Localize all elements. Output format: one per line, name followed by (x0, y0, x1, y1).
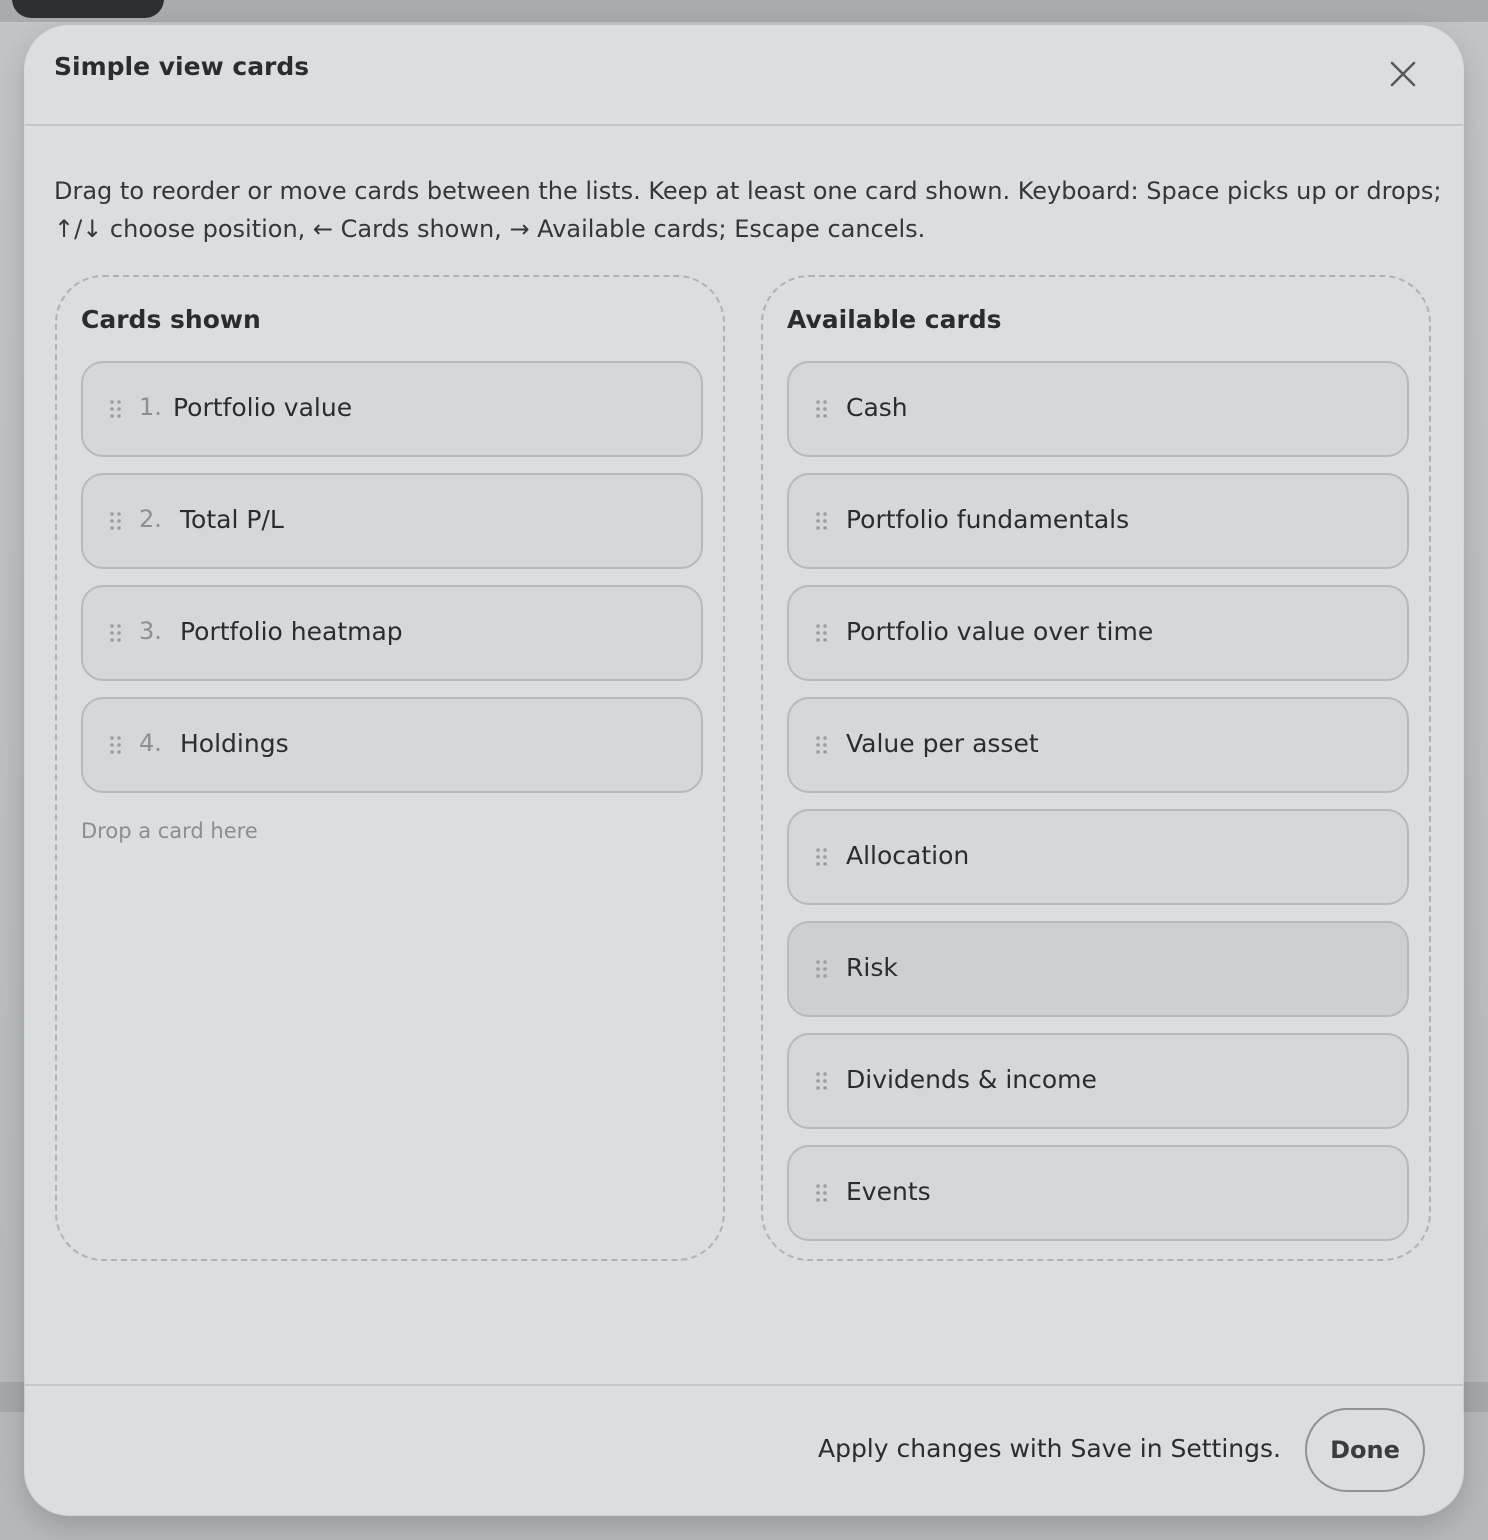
dialog-footer: Apply changes with Save in Settings. Don… (25, 1384, 1463, 1515)
shown-card-portfolio-heatmap[interactable]: 3. Portfolio heatmap (81, 585, 703, 681)
card-label: Portfolio value over time (846, 617, 1154, 646)
available-card-risk[interactable]: Risk (787, 921, 1409, 1017)
card-position: 2. (139, 505, 162, 533)
drag-handle-icon[interactable] (109, 623, 123, 643)
card-label: Cash (846, 393, 908, 422)
card-label: Allocation (846, 841, 970, 870)
shown-card-portfolio-value[interactable]: 1. Portfolio value (81, 361, 703, 457)
available-card-portfolio-fundamentals[interactable]: Portfolio fundamentals (787, 473, 1409, 569)
dialog-title: Simple view cards (54, 52, 310, 81)
card-label: Portfolio heatmap (180, 617, 403, 646)
available-card-value-per-asset[interactable]: Value per asset (787, 697, 1409, 793)
drag-handle-icon[interactable] (815, 1071, 829, 1091)
simple-view-cards-dialog: Simple view cards Drag to reorder or mov… (25, 26, 1463, 1515)
drag-handle-icon[interactable] (815, 1183, 829, 1203)
drag-handle-icon[interactable] (815, 735, 829, 755)
cards-shown-list[interactable]: Cards shown 1. Portfolio value 2. Total … (55, 275, 725, 1261)
card-position: 1. (139, 393, 162, 421)
close-icon (1390, 61, 1416, 87)
cards-shown-title: Cards shown (81, 305, 261, 334)
drag-handle-icon[interactable] (109, 511, 123, 531)
available-card-cash[interactable]: Cash (787, 361, 1409, 457)
dialog-instructions: Drag to reorder or move cards between th… (54, 177, 1442, 243)
card-label: Total P/L (180, 505, 284, 534)
drop-hint: Drop a card here (81, 819, 258, 843)
card-label: Dividends & income (846, 1065, 1097, 1094)
available-card-allocation[interactable]: Allocation (787, 809, 1409, 905)
dialog-header: Simple view cards (25, 26, 1463, 126)
drag-handle-icon[interactable] (815, 399, 829, 419)
card-label: Risk (846, 953, 898, 982)
card-label: Value per asset (846, 729, 1039, 758)
drag-handle-icon[interactable] (109, 399, 123, 419)
shown-card-holdings[interactable]: 4. Holdings (81, 697, 703, 793)
close-button[interactable] (1387, 58, 1419, 90)
available-cards-list[interactable]: Available cards Cash Portfolio fundament… (761, 275, 1431, 1261)
drag-handle-icon[interactable] (815, 623, 829, 643)
drag-handle-icon[interactable] (815, 847, 829, 867)
available-card-events[interactable]: Events (787, 1145, 1409, 1241)
drag-handle-icon[interactable] (815, 959, 829, 979)
card-label: Portfolio fundamentals (846, 505, 1130, 534)
card-label: Events (846, 1177, 931, 1206)
drag-handle-icon[interactable] (815, 511, 829, 531)
card-position: 4. (139, 729, 162, 757)
shown-card-total-pl[interactable]: 2. Total P/L (81, 473, 703, 569)
card-label: Portfolio value (173, 393, 353, 422)
available-card-portfolio-value-over-time[interactable]: Portfolio value over time (787, 585, 1409, 681)
done-button[interactable]: Done (1305, 1408, 1425, 1492)
footer-note: Apply changes with Save in Settings. (817, 1434, 1281, 1463)
available-card-dividends-income[interactable]: Dividends & income (787, 1033, 1409, 1129)
backdrop-pill (12, 0, 164, 18)
drag-handle-icon[interactable] (109, 735, 123, 755)
card-position: 3. (139, 617, 162, 645)
backdrop-top-bar (0, 0, 1488, 22)
card-label: Holdings (180, 729, 289, 758)
available-cards-title: Available cards (787, 305, 1002, 334)
